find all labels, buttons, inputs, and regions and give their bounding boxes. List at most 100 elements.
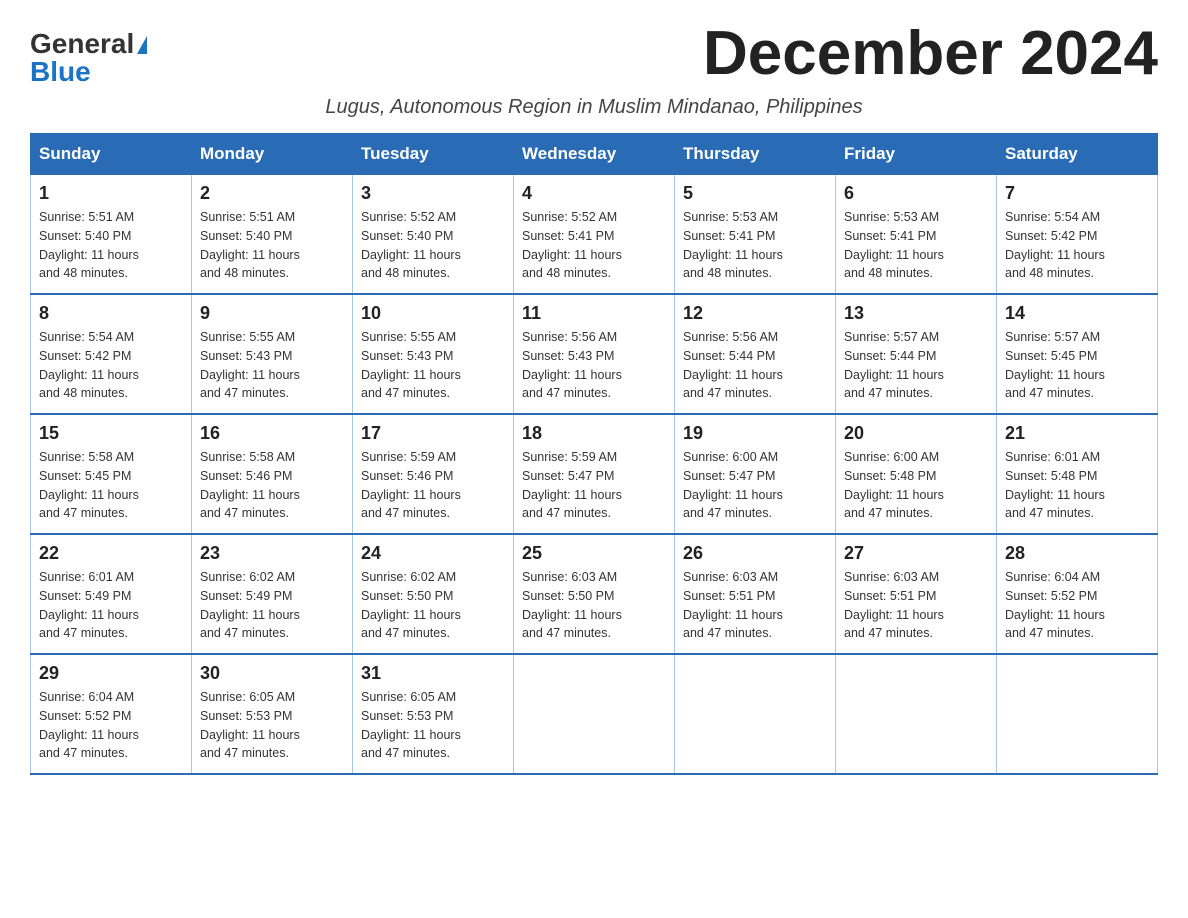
day-info: Sunrise: 5:57 AMSunset: 5:45 PMDaylight:… <box>1005 328 1149 403</box>
calendar-cell: 5 Sunrise: 5:53 AMSunset: 5:41 PMDaylight… <box>675 175 836 295</box>
calendar-cell: 13 Sunrise: 5:57 AMSunset: 5:44 PMDayligh… <box>836 294 997 414</box>
calendar-cell: 11 Sunrise: 5:56 AMSunset: 5:43 PMDayligh… <box>514 294 675 414</box>
calendar-cell: 25 Sunrise: 6:03 AMSunset: 5:50 PMDayligh… <box>514 534 675 654</box>
subtitle: Lugus, Autonomous Region in Muslim Minda… <box>30 96 1158 119</box>
header-saturday: Saturday <box>997 134 1158 175</box>
calendar-week-row: 29 Sunrise: 6:04 AMSunset: 5:52 PMDayligh… <box>31 654 1158 774</box>
header-monday: Monday <box>192 134 353 175</box>
calendar-cell: 24 Sunrise: 6:02 AMSunset: 5:50 PMDayligh… <box>353 534 514 654</box>
calendar-cell: 15 Sunrise: 5:58 AMSunset: 5:45 PMDayligh… <box>31 414 192 534</box>
calendar-week-row: 1Sunrise: 5:51 AMSunset: 5:40 PMDaylight… <box>31 175 1158 295</box>
day-info: Sunrise: 6:02 AMSunset: 5:50 PMDaylight:… <box>361 568 505 643</box>
day-info: Sunrise: 5:59 AMSunset: 5:46 PMDaylight:… <box>361 448 505 523</box>
day-info: Sunrise: 6:04 AMSunset: 5:52 PMDaylight:… <box>1005 568 1149 643</box>
day-number: 5 <box>683 183 827 204</box>
calendar-cell: 27Sunrise: 6:03 AMSunset: 5:51 PMDayligh… <box>836 534 997 654</box>
day-number: 24 <box>361 543 505 564</box>
day-info: Sunrise: 5:59 AMSunset: 5:47 PMDaylight:… <box>522 448 666 523</box>
day-info: Sunrise: 5:55 AMSunset: 5:43 PMDaylight:… <box>200 328 344 403</box>
calendar-cell <box>514 654 675 774</box>
day-info: Sunrise: 5:58 AMSunset: 5:46 PMDaylight:… <box>200 448 344 523</box>
calendar-cell: 29 Sunrise: 6:04 AMSunset: 5:52 PMDayligh… <box>31 654 192 774</box>
day-number: 16 <box>200 423 344 444</box>
calendar-cell: 8 Sunrise: 5:54 AMSunset: 5:42 PMDaylight… <box>31 294 192 414</box>
header-thursday: Thursday <box>675 134 836 175</box>
day-number: 31 <box>361 663 505 684</box>
day-info: Sunrise: 5:51 AMSunset: 5:40 PMDaylight:… <box>39 208 183 283</box>
calendar-cell: 22Sunrise: 6:01 AMSunset: 5:49 PMDayligh… <box>31 534 192 654</box>
logo-general-line: General <box>30 30 147 58</box>
calendar-week-row: 8 Sunrise: 5:54 AMSunset: 5:42 PMDaylight… <box>31 294 1158 414</box>
day-number: 17 <box>361 423 505 444</box>
logo-triangle-icon <box>137 36 147 54</box>
day-number: 20 <box>844 423 988 444</box>
day-number: 4 <box>522 183 666 204</box>
day-number: 7 <box>1005 183 1149 204</box>
day-number: 26 <box>683 543 827 564</box>
day-number: 25 <box>522 543 666 564</box>
day-info: Sunrise: 5:56 AMSunset: 5:44 PMDaylight:… <box>683 328 827 403</box>
day-number: 28 <box>1005 543 1149 564</box>
day-info: Sunrise: 5:58 AMSunset: 5:45 PMDaylight:… <box>39 448 183 523</box>
calendar-cell: 19Sunrise: 6:00 AMSunset: 5:47 PMDayligh… <box>675 414 836 534</box>
day-info: Sunrise: 5:56 AMSunset: 5:43 PMDaylight:… <box>522 328 666 403</box>
calendar-cell: 14 Sunrise: 5:57 AMSunset: 5:45 PMDayligh… <box>997 294 1158 414</box>
day-info: Sunrise: 5:57 AMSunset: 5:44 PMDaylight:… <box>844 328 988 403</box>
calendar-cell: 3 Sunrise: 5:52 AMSunset: 5:40 PMDaylight… <box>353 175 514 295</box>
calendar-header-row: SundayMondayTuesdayWednesdayThursdayFrid… <box>31 134 1158 175</box>
header-sunday: Sunday <box>31 134 192 175</box>
calendar-cell: 26Sunrise: 6:03 AMSunset: 5:51 PMDayligh… <box>675 534 836 654</box>
calendar-cell: 2Sunrise: 5:51 AMSunset: 5:40 PMDaylight… <box>192 175 353 295</box>
header-friday: Friday <box>836 134 997 175</box>
calendar-cell: 10Sunrise: 5:55 AMSunset: 5:43 PMDayligh… <box>353 294 514 414</box>
day-number: 27 <box>844 543 988 564</box>
header-tuesday: Tuesday <box>353 134 514 175</box>
calendar-cell: 31 Sunrise: 6:05 AMSunset: 5:53 PMDayligh… <box>353 654 514 774</box>
day-info: Sunrise: 6:05 AMSunset: 5:53 PMDaylight:… <box>361 688 505 763</box>
calendar-cell: 17 Sunrise: 5:59 AMSunset: 5:46 PMDayligh… <box>353 414 514 534</box>
calendar-cell: 7 Sunrise: 5:54 AMSunset: 5:42 PMDaylight… <box>997 175 1158 295</box>
calendar-cell: 23Sunrise: 6:02 AMSunset: 5:49 PMDayligh… <box>192 534 353 654</box>
day-info: Sunrise: 6:01 AMSunset: 5:49 PMDaylight:… <box>39 568 183 643</box>
day-number: 13 <box>844 303 988 324</box>
day-info: Sunrise: 6:03 AMSunset: 5:50 PMDaylight:… <box>522 568 666 643</box>
day-number: 6 <box>844 183 988 204</box>
day-number: 10 <box>361 303 505 324</box>
header-wednesday: Wednesday <box>514 134 675 175</box>
day-info: Sunrise: 6:00 AMSunset: 5:48 PMDaylight:… <box>844 448 988 523</box>
calendar-table: SundayMondayTuesdayWednesdayThursdayFrid… <box>30 133 1158 775</box>
month-title: December 2024 <box>703 20 1158 88</box>
day-number: 18 <box>522 423 666 444</box>
day-info: Sunrise: 6:01 AMSunset: 5:48 PMDaylight:… <box>1005 448 1149 523</box>
day-info: Sunrise: 5:53 AMSunset: 5:41 PMDaylight:… <box>683 208 827 283</box>
day-number: 9 <box>200 303 344 324</box>
day-number: 12 <box>683 303 827 324</box>
day-number: 14 <box>1005 303 1149 324</box>
calendar-cell: 16 Sunrise: 5:58 AMSunset: 5:46 PMDayligh… <box>192 414 353 534</box>
day-info: Sunrise: 5:52 AMSunset: 5:40 PMDaylight:… <box>361 208 505 283</box>
day-number: 3 <box>361 183 505 204</box>
day-info: Sunrise: 6:04 AMSunset: 5:52 PMDaylight:… <box>39 688 183 763</box>
day-info: Sunrise: 5:54 AMSunset: 5:42 PMDaylight:… <box>39 328 183 403</box>
day-info: Sunrise: 6:05 AMSunset: 5:53 PMDaylight:… <box>200 688 344 763</box>
day-info: Sunrise: 5:53 AMSunset: 5:41 PMDaylight:… <box>844 208 988 283</box>
day-number: 29 <box>39 663 183 684</box>
day-number: 11 <box>522 303 666 324</box>
calendar-cell <box>997 654 1158 774</box>
day-number: 8 <box>39 303 183 324</box>
calendar-cell: 28 Sunrise: 6:04 AMSunset: 5:52 PMDayligh… <box>997 534 1158 654</box>
day-number: 30 <box>200 663 344 684</box>
calendar-cell: 9 Sunrise: 5:55 AMSunset: 5:43 PMDaylight… <box>192 294 353 414</box>
day-number: 15 <box>39 423 183 444</box>
calendar-cell <box>675 654 836 774</box>
day-number: 21 <box>1005 423 1149 444</box>
logo-general-text: General <box>30 28 134 59</box>
day-info: Sunrise: 5:54 AMSunset: 5:42 PMDaylight:… <box>1005 208 1149 283</box>
page-header: General Blue December 2024 <box>30 20 1158 88</box>
calendar-week-row: 15 Sunrise: 5:58 AMSunset: 5:45 PMDayligh… <box>31 414 1158 534</box>
calendar-cell: 12 Sunrise: 5:56 AMSunset: 5:44 PMDayligh… <box>675 294 836 414</box>
calendar-cell: 4Sunrise: 5:52 AMSunset: 5:41 PMDaylight… <box>514 175 675 295</box>
calendar-cell: 18 Sunrise: 5:59 AMSunset: 5:47 PMDayligh… <box>514 414 675 534</box>
day-number: 2 <box>200 183 344 204</box>
day-number: 19 <box>683 423 827 444</box>
